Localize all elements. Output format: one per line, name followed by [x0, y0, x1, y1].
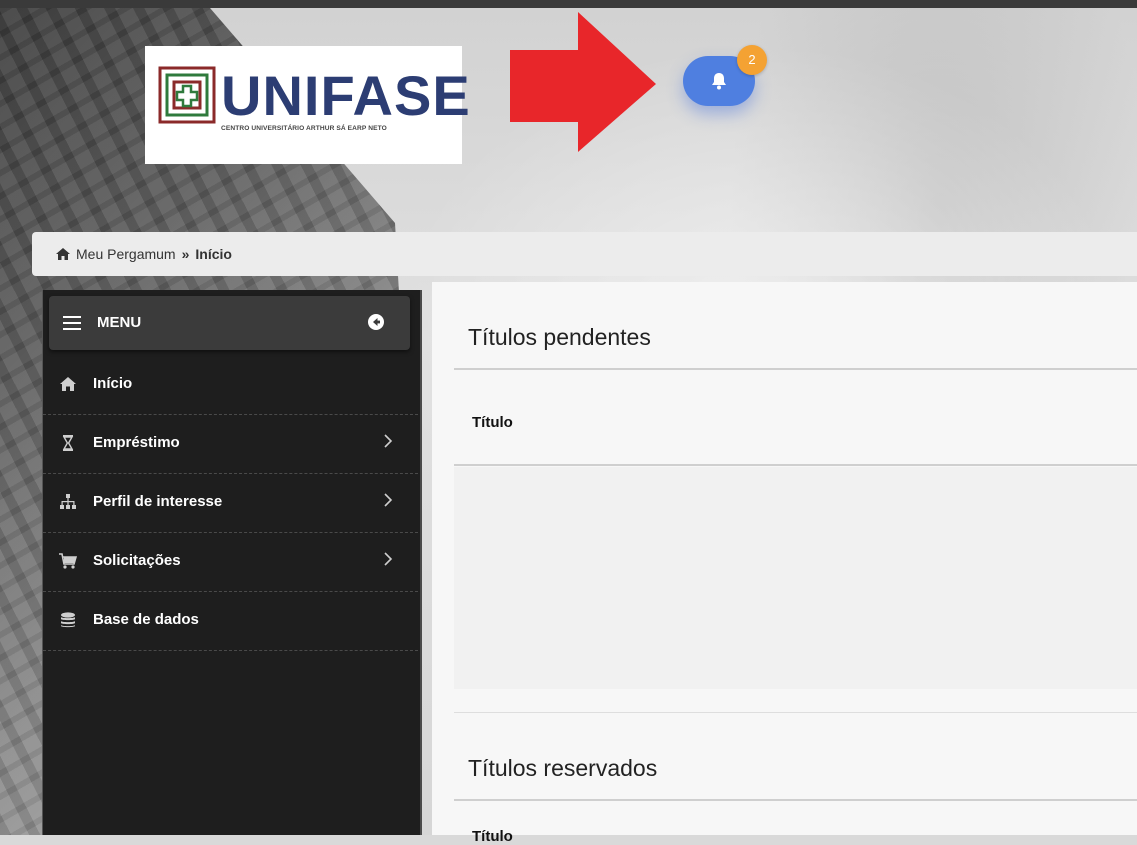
sidebar-menu: MENU Início Empréstimo Perfil de interes… [42, 290, 422, 835]
menu-title: MENU [97, 314, 142, 331]
breadcrumb-current: Início [195, 246, 232, 262]
collapse-menu-button[interactable] [368, 314, 384, 330]
hourglass-icon [62, 435, 74, 451]
sidebar-item-base-de-dados[interactable]: Base de dados [43, 592, 418, 651]
menu-header[interactable]: MENU [49, 296, 410, 350]
bell-icon [712, 73, 726, 90]
home-icon [60, 377, 76, 391]
home-icon [56, 248, 70, 260]
reserved-table-header-title: Título [472, 828, 513, 845]
section-separator [454, 712, 1137, 713]
sidebar-item-emprestimo[interactable]: Empréstimo [43, 415, 418, 474]
chevron-right-icon [384, 552, 393, 566]
sidebar-item-label: Empréstimo [93, 434, 180, 451]
unifase-logo[interactable]: UNIFASE CENTRO UNIVERSITÁRIO ARTHUR SÁ E… [145, 46, 470, 164]
pending-table-divider [454, 464, 1137, 466]
sidebar-item-label: Início [93, 375, 133, 392]
sidebar-item-label: Base de dados [93, 611, 199, 628]
reserved-heading-divider [454, 799, 1137, 801]
breadcrumb-home-link[interactable]: Meu Pergamum [76, 246, 176, 262]
sitemap-icon [60, 494, 76, 509]
breadcrumb: Meu Pergamum » Início [32, 232, 1137, 276]
pending-titles-heading: Títulos pendentes [468, 324, 651, 350]
logo-emblem-icon [158, 66, 216, 124]
reserved-titles-heading: Títulos reservados [468, 755, 658, 781]
top-strip [0, 0, 1137, 8]
sidebar-item-label: Perfil de interesse [93, 493, 223, 510]
chevron-right-icon [384, 493, 393, 507]
cart-icon [59, 553, 77, 569]
pending-table-body [454, 467, 1137, 689]
notification-count-badge[interactable]: 2 [737, 45, 767, 75]
sidebar-item-label: Solicitações [93, 552, 181, 569]
pending-heading-divider [454, 368, 1137, 370]
chevron-right-icon [384, 434, 393, 448]
pending-table-header-title: Título [472, 414, 513, 431]
red-arrow-annotation [510, 12, 656, 152]
breadcrumb-separator: » [181, 246, 190, 262]
arrow-left-circle-icon [373, 318, 380, 326]
hamburger-icon [63, 316, 81, 330]
logo-name: UNIFASE [221, 64, 471, 127]
database-icon [61, 612, 75, 628]
main-content: Títulos pendentes Título Títulos reserva… [432, 282, 1137, 845]
sidebar-item-solicitacoes[interactable]: Solicitações [43, 533, 418, 592]
logo-subtitle: CENTRO UNIVERSITÁRIO ARTHUR SÁ EARP NETO [221, 125, 387, 132]
sidebar-item-inicio[interactable]: Início [43, 356, 418, 415]
sidebar-item-perfil-de-interesse[interactable]: Perfil de interesse [43, 474, 418, 533]
